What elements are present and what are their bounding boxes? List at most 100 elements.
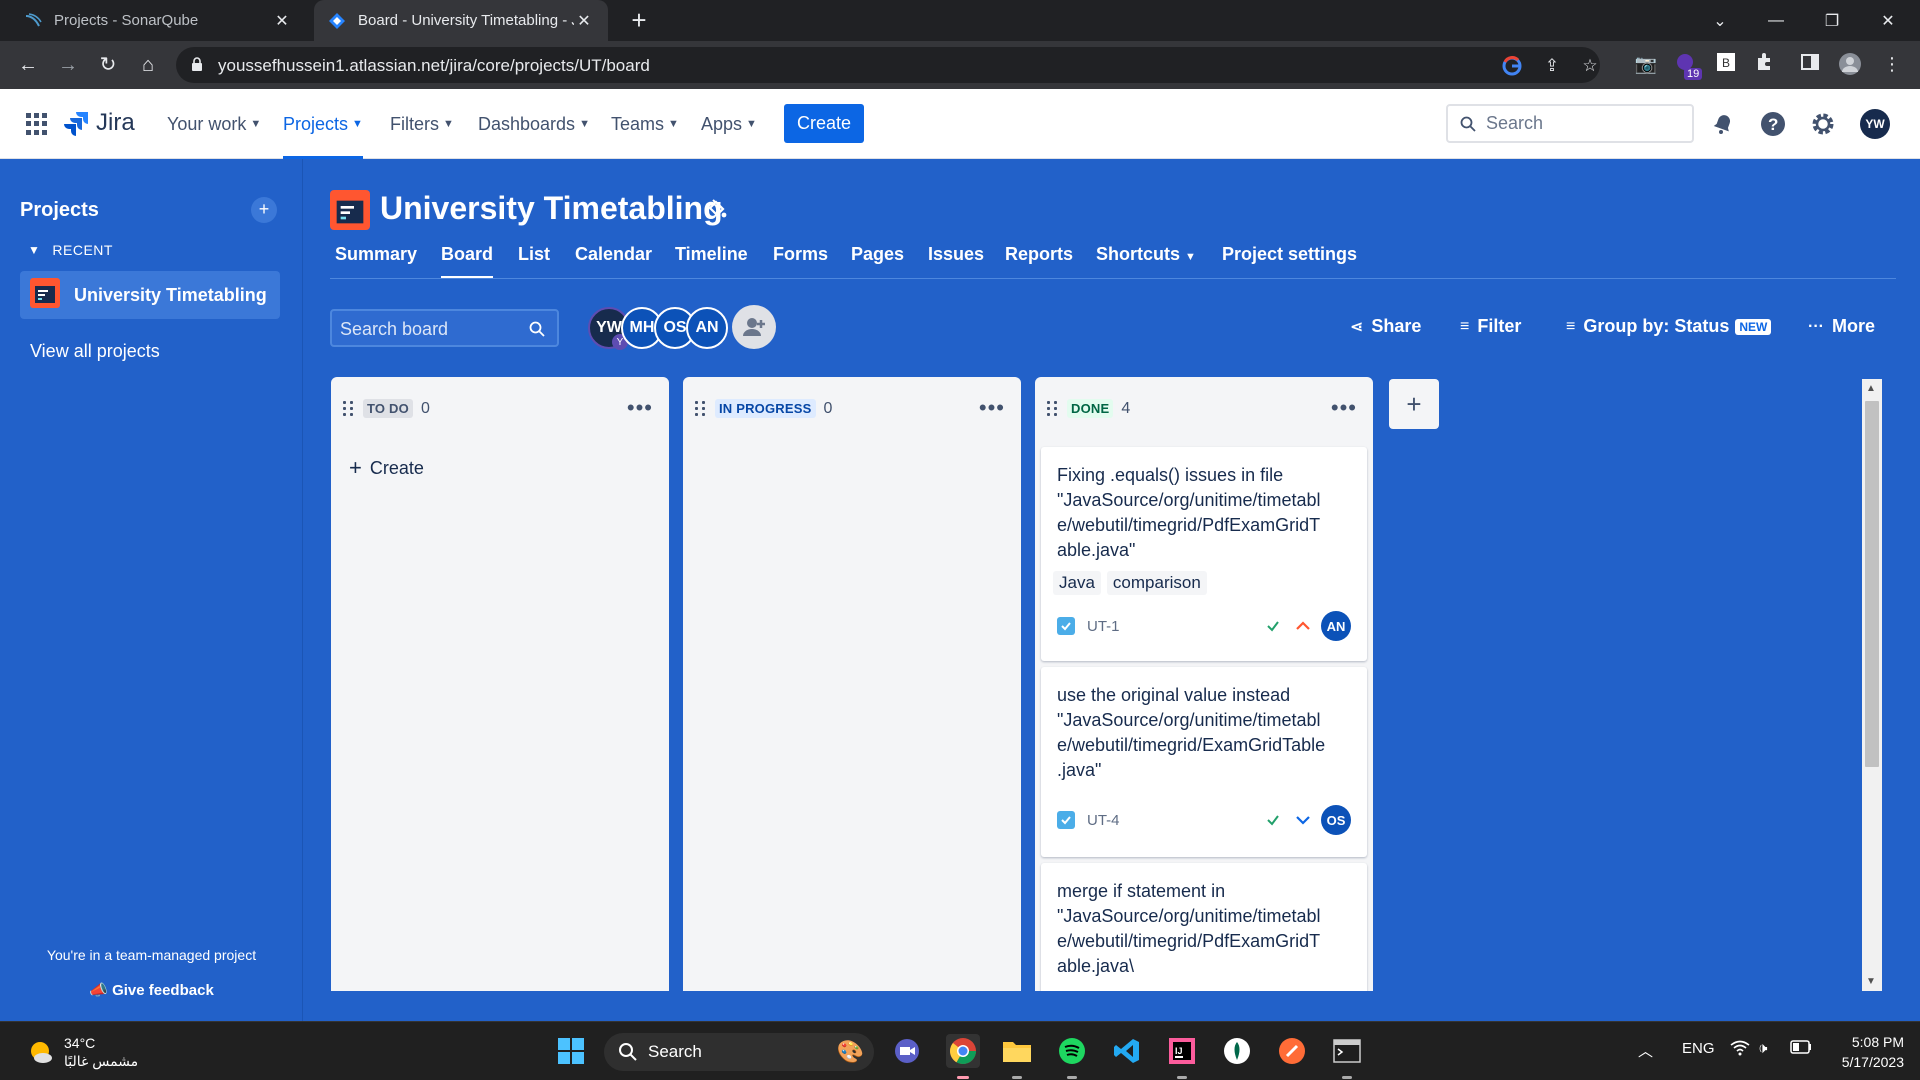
vscode-icon[interactable] — [1110, 1034, 1144, 1068]
tab-forms[interactable]: Forms — [773, 244, 828, 278]
windows-start-icon[interactable] — [554, 1034, 588, 1068]
browser-tab-sonarqube[interactable]: Projects - SonarQube ✕ — [10, 0, 306, 41]
side-panel-icon[interactable] — [1798, 52, 1822, 76]
help-icon[interactable]: ? — [1760, 111, 1786, 137]
spotify-icon[interactable] — [1055, 1034, 1089, 1068]
close-tab-icon[interactable]: ✕ — [574, 11, 594, 31]
terminal-icon[interactable] — [1330, 1034, 1364, 1068]
issue-card[interactable]: Fixing .equals() issues in file "JavaSou… — [1041, 447, 1367, 661]
google-icon[interactable] — [1502, 56, 1522, 76]
group-by-button[interactable]: ≡ Group by: Status NEW — [1566, 316, 1772, 337]
nav-apps[interactable]: Apps ▼ — [701, 89, 757, 159]
sidebar-item-university-timetabling[interactable]: University Timetabling — [20, 271, 280, 319]
view-all-projects-link[interactable]: View all projects — [30, 341, 160, 362]
bookmark-star-icon[interactable]: ☆ — [1580, 56, 1600, 76]
tab-pages[interactable]: Pages — [851, 244, 904, 278]
close-tab-icon[interactable]: ✕ — [272, 11, 292, 31]
tab-list[interactable]: List — [518, 244, 550, 278]
nav-dashboards[interactable]: Dashboards ▼ — [478, 89, 590, 159]
address-bar[interactable]: youssefhussein1.atlassian.net/jira/core/… — [176, 47, 1600, 83]
nav-teams[interactable]: Teams ▼ — [611, 89, 679, 159]
settings-gear-icon[interactable] — [1810, 111, 1836, 137]
label-chip[interactable]: Java — [1053, 571, 1101, 595]
tab-search-icon[interactable]: ⌄ — [1692, 0, 1748, 41]
add-column-button[interactable]: + — [1389, 379, 1439, 429]
new-tab-button[interactable]: + — [624, 6, 654, 36]
search-board-input[interactable]: Search board — [330, 309, 559, 347]
restore-button[interactable]: ❐ — [1804, 0, 1860, 41]
column-header[interactable]: IN PROGRESS 0 — [695, 399, 832, 418]
file-explorer-icon[interactable] — [1000, 1034, 1034, 1068]
app-switcher-icon[interactable] — [26, 113, 48, 135]
label-chip[interactable]: comparison — [1106, 571, 1207, 595]
column-more-icon[interactable]: ••• — [627, 395, 653, 421]
add-people-button[interactable] — [732, 305, 776, 349]
teams-meet-icon[interactable] — [890, 1034, 924, 1068]
taskbar-search[interactable]: Search 🎨 — [604, 1033, 874, 1071]
nav-your-work[interactable]: Your work ▼ — [167, 89, 261, 159]
board-scrollbar[interactable]: ▲ ▼ — [1862, 379, 1882, 991]
tab-issues[interactable]: Issues — [928, 244, 984, 278]
scrollbar-thumb[interactable] — [1865, 401, 1879, 767]
nav-filters[interactable]: Filters ▼ — [390, 89, 454, 159]
filter-button[interactable]: ≡ Filter — [1460, 316, 1521, 337]
issue-card[interactable]: merge if statement in "JavaSource/org/un… — [1041, 863, 1367, 991]
forward-icon[interactable]: → — [54, 51, 82, 79]
browser-tab-board[interactable]: Board - University Timetabling - J ✕ — [314, 0, 608, 41]
assignee-avatar[interactable]: AN — [686, 307, 728, 349]
camera-extension-icon[interactable]: 📷 — [1634, 52, 1658, 76]
global-search-input[interactable]: Search — [1446, 104, 1694, 143]
tray-overflow-icon[interactable]: ︿ — [1638, 1040, 1653, 1061]
drag-handle-icon[interactable] — [1047, 400, 1057, 417]
tab-project-settings[interactable]: Project settings — [1222, 244, 1357, 278]
user-avatar[interactable]: YW — [1860, 109, 1890, 139]
issue-key[interactable]: UT-1 — [1087, 618, 1255, 635]
add-project-button[interactable]: + — [251, 197, 277, 223]
column-more-icon[interactable]: ••• — [1331, 395, 1357, 421]
nav-projects[interactable]: Projects ▼ — [283, 89, 363, 159]
reload-icon[interactable]: ↻ — [94, 51, 122, 79]
assignee-avatar[interactable]: AN — [1321, 611, 1351, 641]
input-language[interactable]: ENG — [1682, 1040, 1715, 1057]
column-more-icon[interactable]: ••• — [979, 395, 1005, 421]
tab-timeline[interactable]: Timeline — [675, 244, 748, 278]
battery-icon[interactable] — [1790, 1040, 1812, 1058]
create-issue-button[interactable]: + Create — [349, 455, 424, 481]
tab-summary[interactable]: Summary — [335, 244, 417, 278]
chrome-menu-icon[interactable]: ⋮ — [1880, 52, 1904, 76]
b-extension-icon[interactable]: B — [1714, 52, 1738, 76]
chrome-taskbar-icon[interactable] — [946, 1034, 980, 1068]
drag-handle-icon[interactable] — [695, 400, 705, 417]
intellij-icon[interactable]: IJ — [1165, 1034, 1199, 1068]
scroll-down-icon[interactable]: ▼ — [1866, 976, 1876, 987]
tab-shortcuts[interactable]: Shortcuts ▼ — [1096, 244, 1196, 278]
create-button[interactable]: Create — [784, 104, 864, 143]
profile-icon[interactable] — [1838, 52, 1862, 76]
system-clock[interactable]: 5:08 PM 5/17/2023 — [1828, 1032, 1904, 1072]
postman-icon[interactable] — [1275, 1034, 1309, 1068]
jira-logo[interactable]: Jira — [64, 109, 135, 137]
more-button[interactable]: ··· More — [1808, 316, 1875, 337]
back-icon[interactable]: ← — [14, 51, 42, 79]
column-header[interactable]: DONE 4 — [1047, 399, 1130, 418]
tab-reports[interactable]: Reports — [1005, 244, 1073, 278]
issue-key[interactable]: UT-4 — [1087, 812, 1255, 829]
mongodb-compass-icon[interactable] — [1220, 1034, 1254, 1068]
home-icon[interactable]: ⌂ — [134, 51, 162, 79]
share-page-icon[interactable]: ⇪ — [1542, 56, 1562, 76]
paint-bucket-icon[interactable] — [706, 198, 728, 225]
give-feedback-link[interactable]: 📣 Give feedback — [0, 981, 303, 999]
assignee-avatar[interactable]: OS — [1321, 805, 1351, 835]
wifi-icon[interactable] — [1730, 1040, 1750, 1060]
weather-widget[interactable]: 34°C مشمس غالبًا — [26, 1034, 138, 1070]
extensions-puzzle-icon[interactable] — [1752, 52, 1776, 76]
tab-board[interactable]: Board — [441, 244, 494, 279]
recent-section-toggle[interactable]: ▼ RECENT — [28, 242, 113, 258]
close-window-button[interactable]: ✕ — [1860, 0, 1916, 41]
scroll-up-icon[interactable]: ▲ — [1866, 383, 1876, 394]
share-button[interactable]: ⋖ Share — [1350, 316, 1421, 337]
drag-handle-icon[interactable] — [343, 400, 353, 417]
tab-calendar[interactable]: Calendar — [575, 244, 652, 278]
minimize-button[interactable]: — — [1748, 0, 1804, 41]
issue-card[interactable]: use the original value instead "JavaSour… — [1041, 667, 1367, 857]
